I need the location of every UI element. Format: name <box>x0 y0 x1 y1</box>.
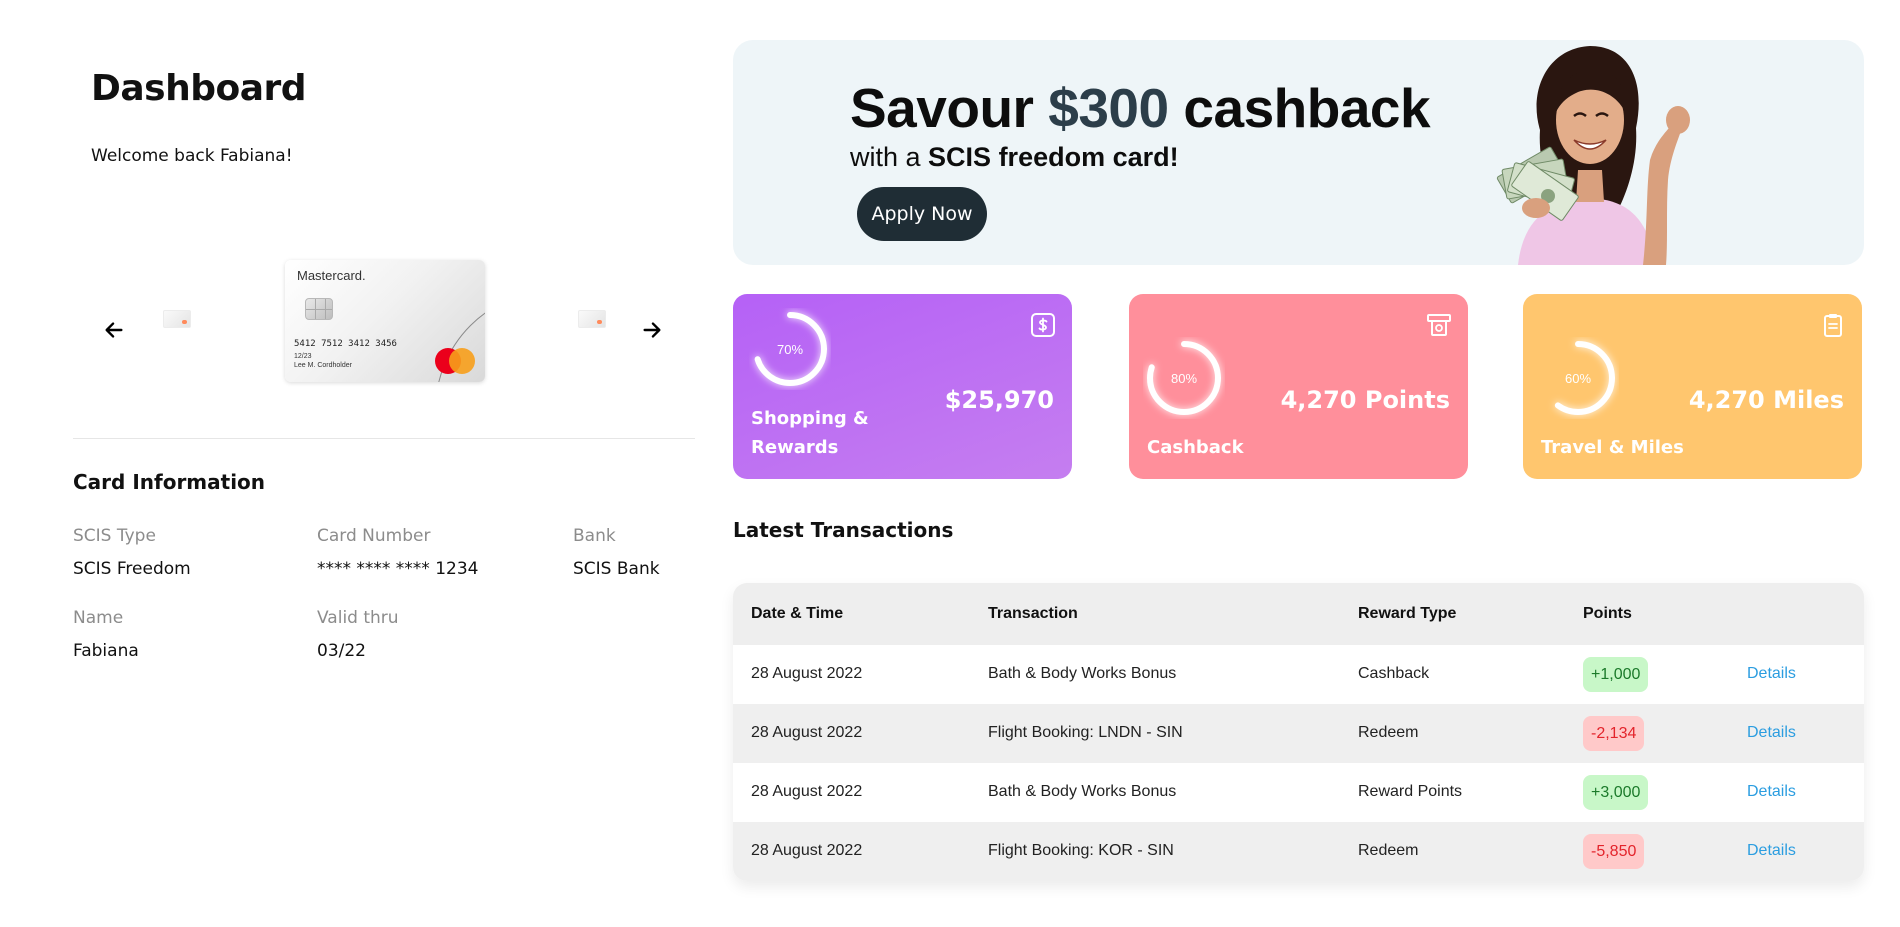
cell-date: 28 August 2022 <box>751 783 863 800</box>
points-badge: -5,850 <box>1583 834 1645 869</box>
dollar-icon <box>1031 313 1055 337</box>
card-thumbnail-next[interactable] <box>578 310 606 328</box>
stat-name: Shopping & Rewards <box>751 404 869 462</box>
valid-thru-value: 03/22 <box>317 641 366 661</box>
stat-value: 4,270 Points <box>1280 386 1450 414</box>
details-link[interactable]: Details <box>1747 724 1796 742</box>
cell-reward-type: Cashback <box>1358 665 1430 682</box>
carousel-prev-button[interactable] <box>100 316 128 344</box>
mastercard-logo-icon <box>435 348 479 376</box>
stat-name-line1: Cashback <box>1147 437 1244 458</box>
table-row[interactable]: 28 August 2022 Flight Booking: LNDN - SI… <box>733 704 1864 763</box>
cell-date: 28 August 2022 <box>751 724 863 741</box>
stat-card-travel-miles[interactable]: 60% Travel & Miles 4,270 Miles <box>1523 294 1862 479</box>
table-row[interactable]: 28 August 2022 Flight Booking: KOR - SIN… <box>733 822 1864 881</box>
card-brand: Mastercard. <box>297 268 366 283</box>
apply-now-button[interactable]: Apply Now <box>857 187 987 241</box>
banner-sub-bold: SCIS freedom card! <box>928 142 1179 172</box>
table-row[interactable]: 28 August 2022 Bath & Body Works Bonus R… <box>733 763 1864 822</box>
arrow-left-icon <box>105 322 123 338</box>
name-label: Name <box>73 608 124 628</box>
column-header-points[interactable]: Points <box>1583 605 1632 623</box>
bank-value: SCIS Bank <box>573 559 660 579</box>
cell-transaction: Flight Booking: LNDN - SIN <box>988 724 1183 741</box>
card-number-value: **** **** **** 1234 <box>317 559 479 579</box>
page-title: Dashboard <box>91 68 307 109</box>
column-header-reward-type[interactable]: Reward Type <box>1358 605 1456 623</box>
cell-reward-type: Redeem <box>1358 724 1419 741</box>
welcome-message: Welcome back Fabiana! <box>91 146 293 166</box>
card-expiry: 12/23 <box>294 353 312 360</box>
points-badge: -2,134 <box>1583 716 1645 751</box>
card-number: 5412 7512 3412 3456 <box>294 339 397 349</box>
points-badge: +3,000 <box>1583 775 1649 810</box>
cell-transaction: Bath & Body Works Bonus <box>988 783 1177 800</box>
details-link[interactable]: Details <box>1747 842 1796 860</box>
stat-value: 4,270 Miles <box>1688 386 1844 414</box>
banner-subtitle: with a SCIS freedom card! <box>850 142 1179 173</box>
arrow-right-icon <box>643 322 661 338</box>
name-value: Fabiana <box>73 641 139 661</box>
cell-date: 28 August 2022 <box>751 842 863 859</box>
stat-value: $25,970 <box>944 386 1054 414</box>
details-link[interactable]: Details <box>1747 665 1796 683</box>
divider <box>73 438 695 439</box>
carousel-next-button[interactable] <box>638 316 666 344</box>
progress-label: 80% <box>1170 370 1198 386</box>
banner-headline-amount: $300 <box>1048 77 1169 139</box>
progress-label: 70% <box>776 341 804 357</box>
cell-reward-type: Reward Points <box>1358 783 1463 800</box>
cell-transaction: Bath & Body Works Bonus <box>988 665 1177 682</box>
woman-holding-cash-image <box>1496 46 1690 265</box>
scis-type-label: SCIS Type <box>73 526 156 546</box>
table-row[interactable]: 28 August 2022 Bath & Body Works Bonus C… <box>733 645 1864 704</box>
details-link[interactable]: Details <box>1747 783 1796 801</box>
column-header-date[interactable]: Date & Time <box>751 605 843 623</box>
bank-label: Bank <box>573 526 616 546</box>
card-thumbnail-prev[interactable] <box>163 310 191 328</box>
banner-headline-pre: Savour <box>850 77 1049 139</box>
table-header: Date & Time Transaction Reward Type Poin… <box>733 583 1864 645</box>
card-info-title: Card Information <box>73 470 266 494</box>
progress-label: 60% <box>1564 370 1592 386</box>
atm-cash-icon <box>1427 314 1451 336</box>
stat-card-shopping-rewards[interactable]: 70% Shopping & Rewards $25,970 <box>733 294 1072 479</box>
promo-banner: Savour $300 cashback with a SCIS freedom… <box>733 40 1864 265</box>
credit-card: Mastercard. 5412 7512 3412 3456 12/23 Le… <box>285 260 485 382</box>
column-header-transaction[interactable]: Transaction <box>988 605 1078 623</box>
stat-name-line1: Travel & Miles <box>1541 437 1684 458</box>
card-holder: Lee M. Cordholder <box>294 362 352 369</box>
cell-transaction: Flight Booking: KOR - SIN <box>988 842 1174 859</box>
latest-transactions-title: Latest Transactions <box>733 518 954 542</box>
card-number-label: Card Number <box>317 526 431 546</box>
stat-name-line2: Rewards <box>751 437 839 458</box>
cell-date: 28 August 2022 <box>751 665 863 682</box>
scis-type-value: SCIS Freedom <box>73 559 191 579</box>
points-badge: +1,000 <box>1583 657 1649 692</box>
banner-headline-post: cashback <box>1168 77 1431 139</box>
stat-name-line1: Shopping & <box>751 408 869 429</box>
stat-card-cashback[interactable]: 80% Cashback 4,270 Points <box>1129 294 1468 479</box>
valid-thru-label: Valid thru <box>317 608 399 628</box>
banner-sub-pre: with a <box>850 142 929 172</box>
clipboard-icon <box>1824 314 1842 337</box>
chip-icon <box>305 298 333 320</box>
stat-name: Travel & Miles <box>1541 433 1684 462</box>
stat-name: Cashback <box>1147 433 1244 462</box>
banner-headline: Savour $300 cashback <box>850 76 1431 140</box>
transactions-table: Date & Time Transaction Reward Type Poin… <box>733 583 1864 881</box>
cell-reward-type: Redeem <box>1358 842 1419 859</box>
